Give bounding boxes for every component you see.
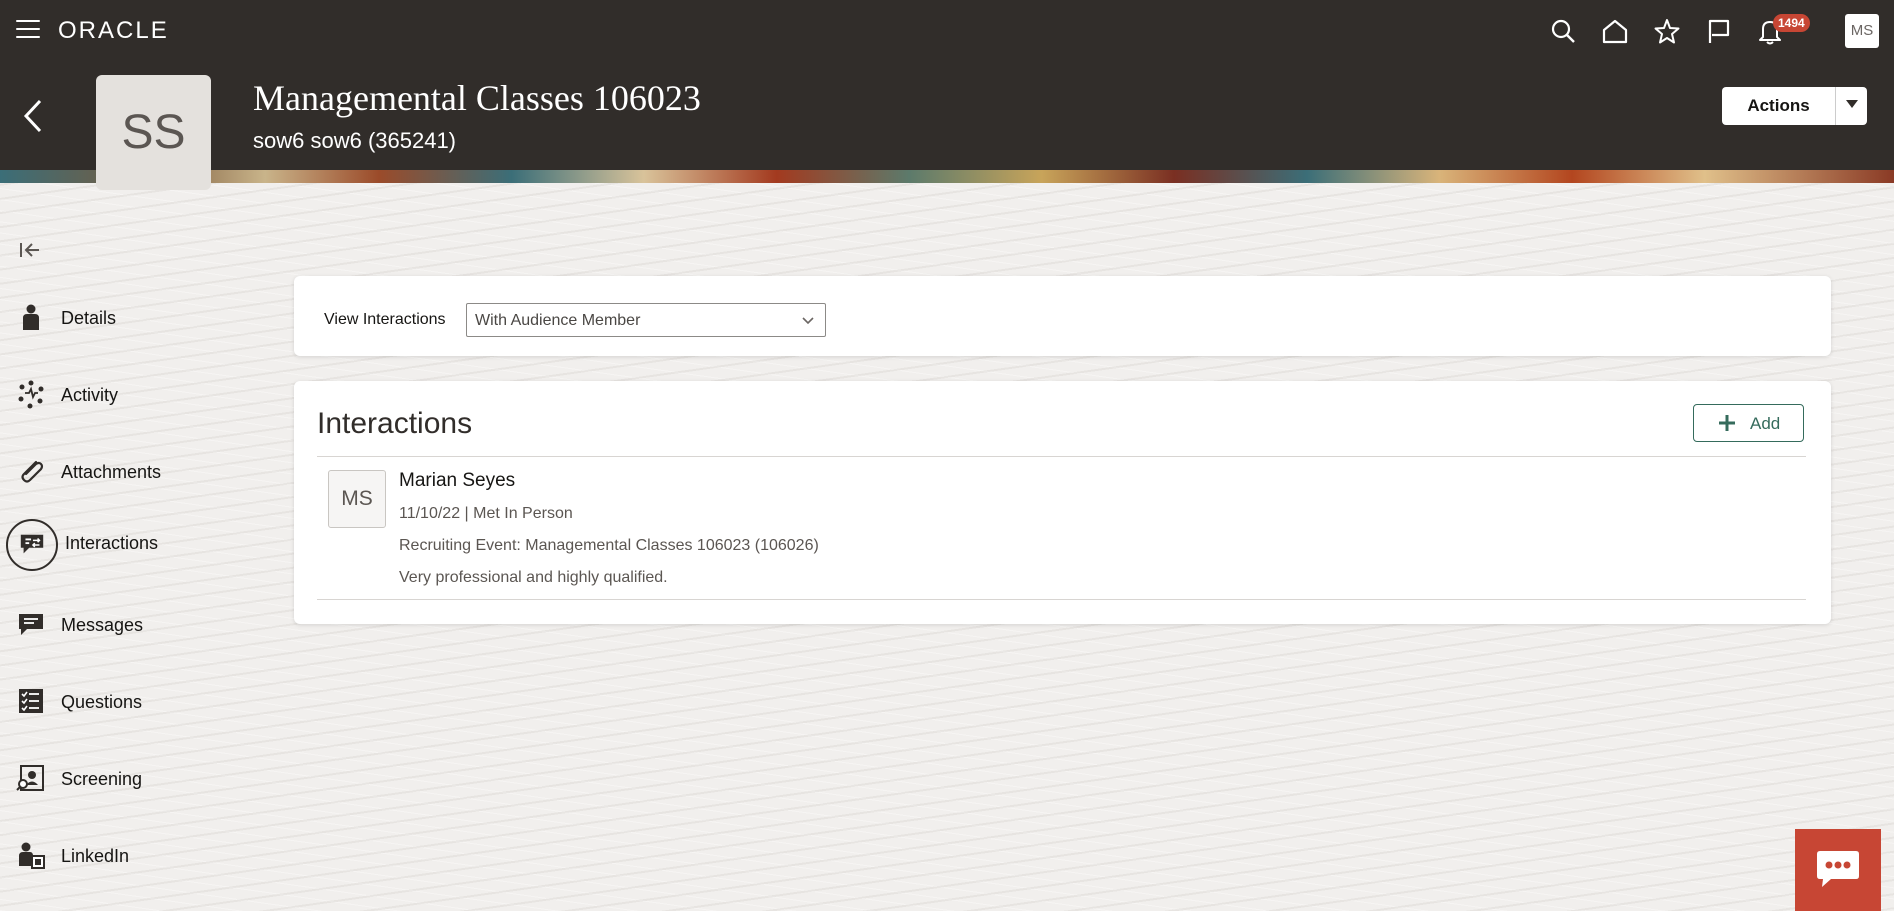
interactions-section-title: Interactions: [317, 407, 473, 440]
interaction-list-item[interactable]: MS Marian Seyes 11/10/22 | Met In Person…: [317, 457, 1806, 599]
home-icon[interactable]: [1600, 16, 1630, 46]
sidebar-item-label: Attachments: [61, 462, 162, 482]
person-icon: [16, 302, 46, 332]
user-avatar[interactable]: MS: [1845, 14, 1879, 48]
sidebar-item-attachments[interactable]: Attachments: [0, 448, 230, 496]
view-interactions-filter-panel: View Interactions With Audience Member: [294, 276, 1831, 356]
sidebar-item-details[interactable]: Details: [0, 294, 230, 342]
sidebar-item-label: Interactions: [65, 533, 159, 553]
chat-assistant-button[interactable]: [1795, 829, 1881, 911]
sidebar-item-label: Screening: [61, 769, 143, 789]
sidebar-item-label: Messages: [61, 615, 144, 635]
oracle-logo[interactable]: ORACLE: [58, 17, 169, 45]
list-divider: [317, 599, 1806, 600]
sidebar-item-screening[interactable]: Screening: [0, 755, 230, 803]
sidebar-item-messages[interactable]: Messages: [0, 601, 230, 649]
add-interaction-button[interactable]: Add: [1693, 404, 1804, 442]
chat-bubble-icon: [1817, 851, 1859, 887]
chevron-down-icon: [801, 313, 815, 327]
add-button-label: Add: [1750, 414, 1781, 433]
sidebar-item-label: Activity: [61, 385, 119, 405]
actions-label[interactable]: Actions: [1722, 87, 1835, 125]
star-icon[interactable]: [1652, 16, 1682, 46]
interaction-person-name[interactable]: Marian Seyes: [399, 470, 515, 492]
notification-count-badge: 1494: [1773, 14, 1810, 32]
checklist-icon: [16, 686, 46, 716]
interactions-panel: Interactions Add MS Marian Seyes 11/10/2…: [294, 381, 1831, 624]
page-subtitle: sow6 sow6 (365241): [253, 128, 457, 153]
linkedin-icon: [16, 840, 46, 870]
search-icon[interactable]: [1548, 16, 1578, 46]
view-interactions-label: View Interactions: [324, 311, 446, 328]
decorative-banner: [0, 170, 1894, 183]
sidebar-item-questions[interactable]: Questions: [0, 678, 230, 726]
sidebar-item-label: LinkedIn: [61, 846, 130, 866]
interaction-avatar: MS: [328, 470, 386, 528]
sidebar-item-interactions[interactable]: Interactions: [0, 519, 230, 571]
actions-button[interactable]: Actions: [1722, 87, 1867, 125]
view-interactions-select[interactable]: With Audience Member: [466, 303, 826, 337]
hamburger-menu-icon[interactable]: [16, 20, 40, 40]
message-icon: [16, 609, 46, 639]
flag-icon[interactable]: [1704, 16, 1734, 46]
event-avatar: SS: [96, 75, 211, 190]
interaction-note: Very professional and highly qualified.: [399, 569, 668, 586]
top-navigation-bar: ORACLE 1494 MS: [0, 0, 1894, 62]
actions-dropdown-icon[interactable]: [1835, 87, 1867, 125]
paperclip-icon: [16, 456, 46, 486]
sidebar-item-linkedin[interactable]: LinkedIn: [0, 832, 230, 880]
interactions-icon: [6, 519, 58, 571]
collapse-sidebar-icon[interactable]: [18, 240, 42, 260]
sidebar-item-label: Questions: [61, 692, 143, 712]
sidebar-item-label: Details: [61, 308, 117, 328]
sidebar-item-activity[interactable]: Activity: [0, 371, 230, 419]
page-title: Managemental Classes 106023: [253, 78, 701, 118]
interaction-date-type: 11/10/22 | Met In Person: [399, 505, 573, 522]
back-arrow-icon[interactable]: [20, 96, 48, 136]
plus-icon: [1718, 414, 1736, 432]
screening-icon: [16, 763, 46, 793]
view-interactions-selected-value: With Audience Member: [475, 312, 641, 329]
interaction-event: Recruiting Event: Managemental Classes 1…: [399, 537, 819, 554]
activity-icon: [16, 379, 46, 409]
